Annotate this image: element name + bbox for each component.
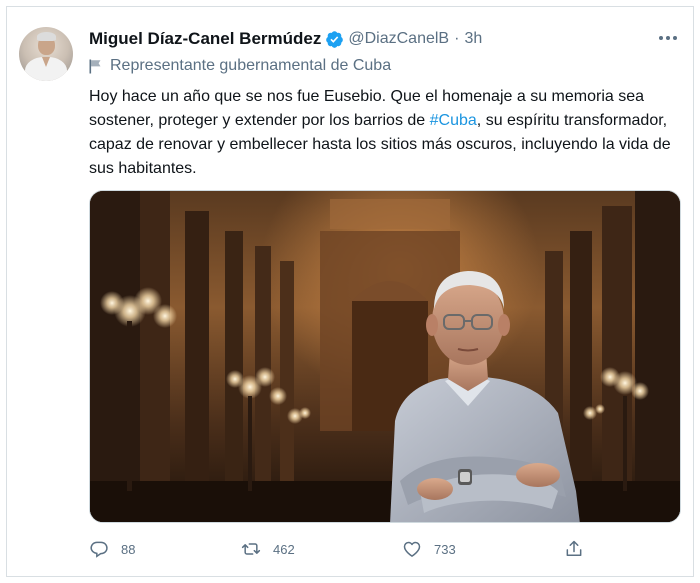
reply-button[interactable]: 88: [89, 537, 135, 561]
tweet-header: Miguel Díaz-Canel Bermúdez @DiazCanelB ·…: [89, 28, 482, 50]
retweet-count: 462: [273, 541, 295, 557]
author-handle[interactable]: @DiazCanelB: [348, 30, 449, 48]
tweet-timestamp[interactable]: 3h: [464, 30, 482, 48]
share-icon: [566, 540, 582, 556]
hashtag-link[interactable]: #Cuba: [430, 112, 477, 129]
tweet-photo[interactable]: [89, 190, 681, 523]
retweet-button[interactable]: 462: [241, 537, 295, 561]
tweet-actions: 88 462 733: [89, 537, 609, 561]
like-icon: [403, 541, 421, 557]
government-label-text: Representante gubernamental de Cuba: [110, 57, 392, 74]
government-label[interactable]: Representante gubernamental de Cuba: [89, 56, 391, 76]
share-button[interactable]: [564, 537, 596, 561]
separator-dot: ·: [454, 30, 460, 47]
like-count: 733: [434, 541, 456, 557]
tweet-text: Hoy hace un año que se nos fue Eusebio. …: [89, 85, 679, 181]
retweet-icon: [241, 543, 261, 555]
photo-portrait-in-palace-hall: [90, 191, 680, 522]
government-flag-icon: [89, 59, 101, 73]
more-options-icon[interactable]: [656, 27, 680, 49]
reply-count: 88: [121, 541, 136, 557]
verified-badge-icon: [326, 30, 344, 48]
author-avatar[interactable]: [19, 27, 73, 81]
reply-icon: [90, 541, 108, 558]
like-button[interactable]: 733: [402, 537, 456, 561]
author-name[interactable]: Miguel Díaz-Canel Bermúdez: [89, 29, 321, 49]
